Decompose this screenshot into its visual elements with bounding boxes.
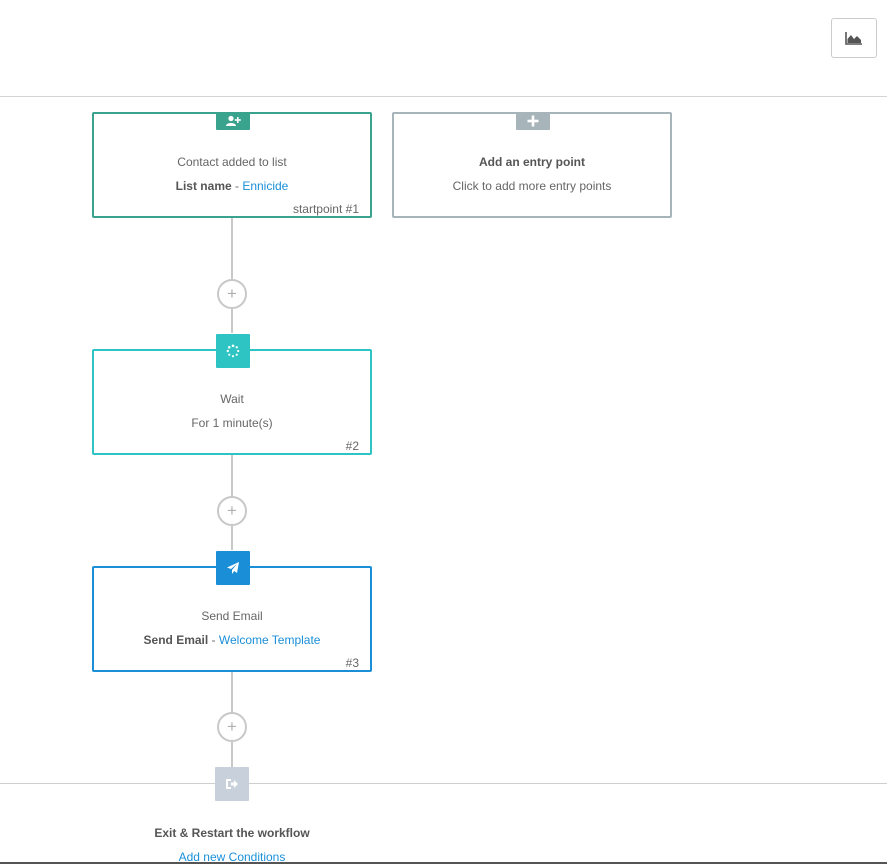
list-name-link[interactable]: Ennicide <box>242 179 288 193</box>
node-title: Wait <box>220 392 244 406</box>
plus-icon: + <box>227 284 237 303</box>
node-tag: startpoint #1 <box>292 202 359 216</box>
page-bottom-border <box>0 862 887 864</box>
connector-line <box>231 742 233 767</box>
plus-icon: + <box>227 501 237 520</box>
node-title: Add an entry point <box>479 155 585 169</box>
sign-out-icon <box>215 767 249 801</box>
node-tag: #2 <box>345 439 359 453</box>
connector-line <box>231 309 233 333</box>
node-detail: For 1 minute(s) <box>191 416 273 430</box>
exit-title: Exit & Restart the workflow <box>154 826 310 840</box>
add-entry-point-node[interactable]: Add an entry point Click to add more ent… <box>392 112 672 218</box>
wait-node[interactable]: Wait For 1 minute(s) #2 <box>92 334 372 455</box>
add-user-icon <box>216 112 250 130</box>
add-step-button[interactable]: + <box>217 279 247 309</box>
detail-label: Send Email <box>143 633 209 647</box>
detail-label: List name <box>175 179 232 193</box>
spinner-icon <box>216 334 250 368</box>
detail-separator: - <box>231 179 243 193</box>
plus-icon <box>516 112 550 130</box>
area-chart-icon <box>845 32 862 45</box>
add-step-button[interactable]: + <box>217 496 247 526</box>
send-email-node[interactable]: Send Email Send Email - Welcome Template… <box>92 551 372 672</box>
stats-button[interactable] <box>831 18 877 58</box>
add-step-button[interactable]: + <box>217 712 247 742</box>
detail-separator: - <box>208 633 219 647</box>
node-detail: Send Email - Welcome Template <box>94 633 370 647</box>
connector-line <box>231 672 233 712</box>
template-link[interactable]: Welcome Template <box>219 633 321 647</box>
node-title: Send Email <box>201 609 263 623</box>
workflow-canvas: Contact added to list List name - Ennici… <box>0 0 887 865</box>
header-divider <box>0 96 887 97</box>
connector-line <box>231 455 233 496</box>
paper-plane-icon <box>216 551 250 585</box>
trigger-node-contact-added[interactable]: Contact added to list List name - Ennici… <box>92 112 372 218</box>
plus-icon: + <box>227 717 237 736</box>
connector-line <box>231 526 233 550</box>
node-title: Contact added to list <box>177 155 287 169</box>
connector-line <box>231 218 233 279</box>
exit-divider <box>0 783 887 784</box>
node-tag: #3 <box>345 656 359 670</box>
node-subtitle: Click to add more entry points <box>452 179 612 193</box>
node-detail: List name - Ennicide <box>94 179 370 193</box>
